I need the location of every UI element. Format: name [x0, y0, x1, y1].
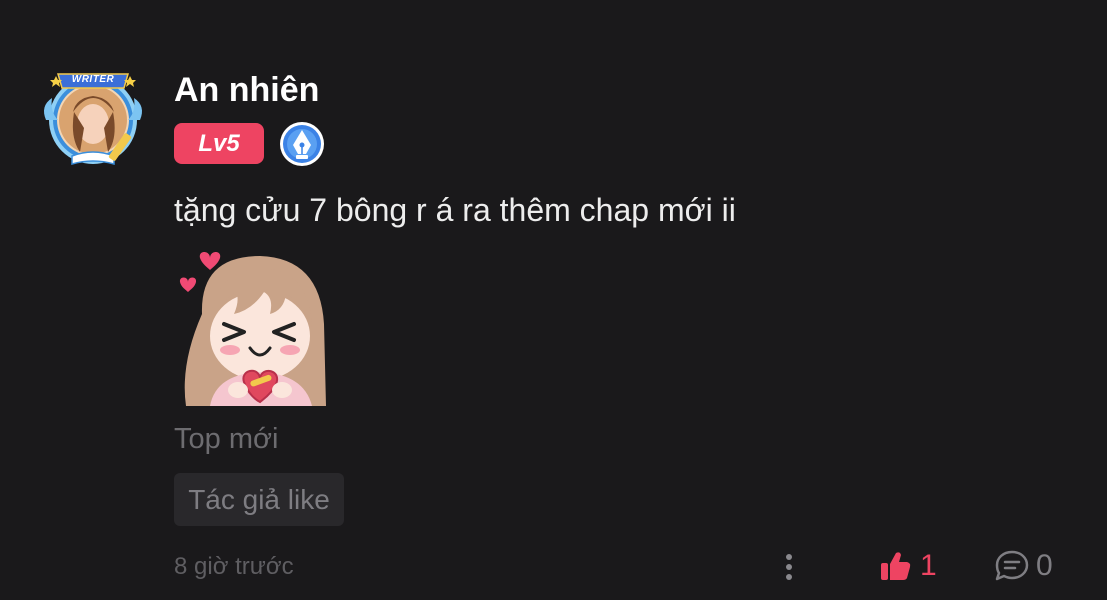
thumbs-up-icon — [881, 552, 911, 580]
comment-text: tặng cửu 7 bông r á ra thêm chap mới ii — [174, 192, 736, 228]
level-badge: Lv5 — [174, 123, 264, 164]
girl-with-heart-sticker — [174, 244, 332, 406]
like-button[interactable]: 1 — [878, 546, 937, 586]
avatar-frame-label: WRITER — [71, 74, 115, 85]
like-count: 1 — [920, 549, 937, 582]
more-options-button[interactable] — [774, 550, 804, 584]
chat-bubble-icon — [995, 550, 1029, 581]
more-vertical-icon — [786, 554, 792, 580]
author-like-chip: Tác giả like — [174, 473, 344, 526]
tag-top-new: Top mới — [174, 423, 279, 455]
username[interactable]: An nhiên — [174, 70, 319, 110]
user-avatar[interactable]: WRITER — [38, 68, 148, 170]
reply-count: 0 — [1036, 549, 1053, 582]
pen-nib-icon — [279, 121, 325, 167]
reply-button[interactable]: 0 — [994, 546, 1053, 586]
timestamp: 8 giờ trước — [174, 553, 294, 580]
